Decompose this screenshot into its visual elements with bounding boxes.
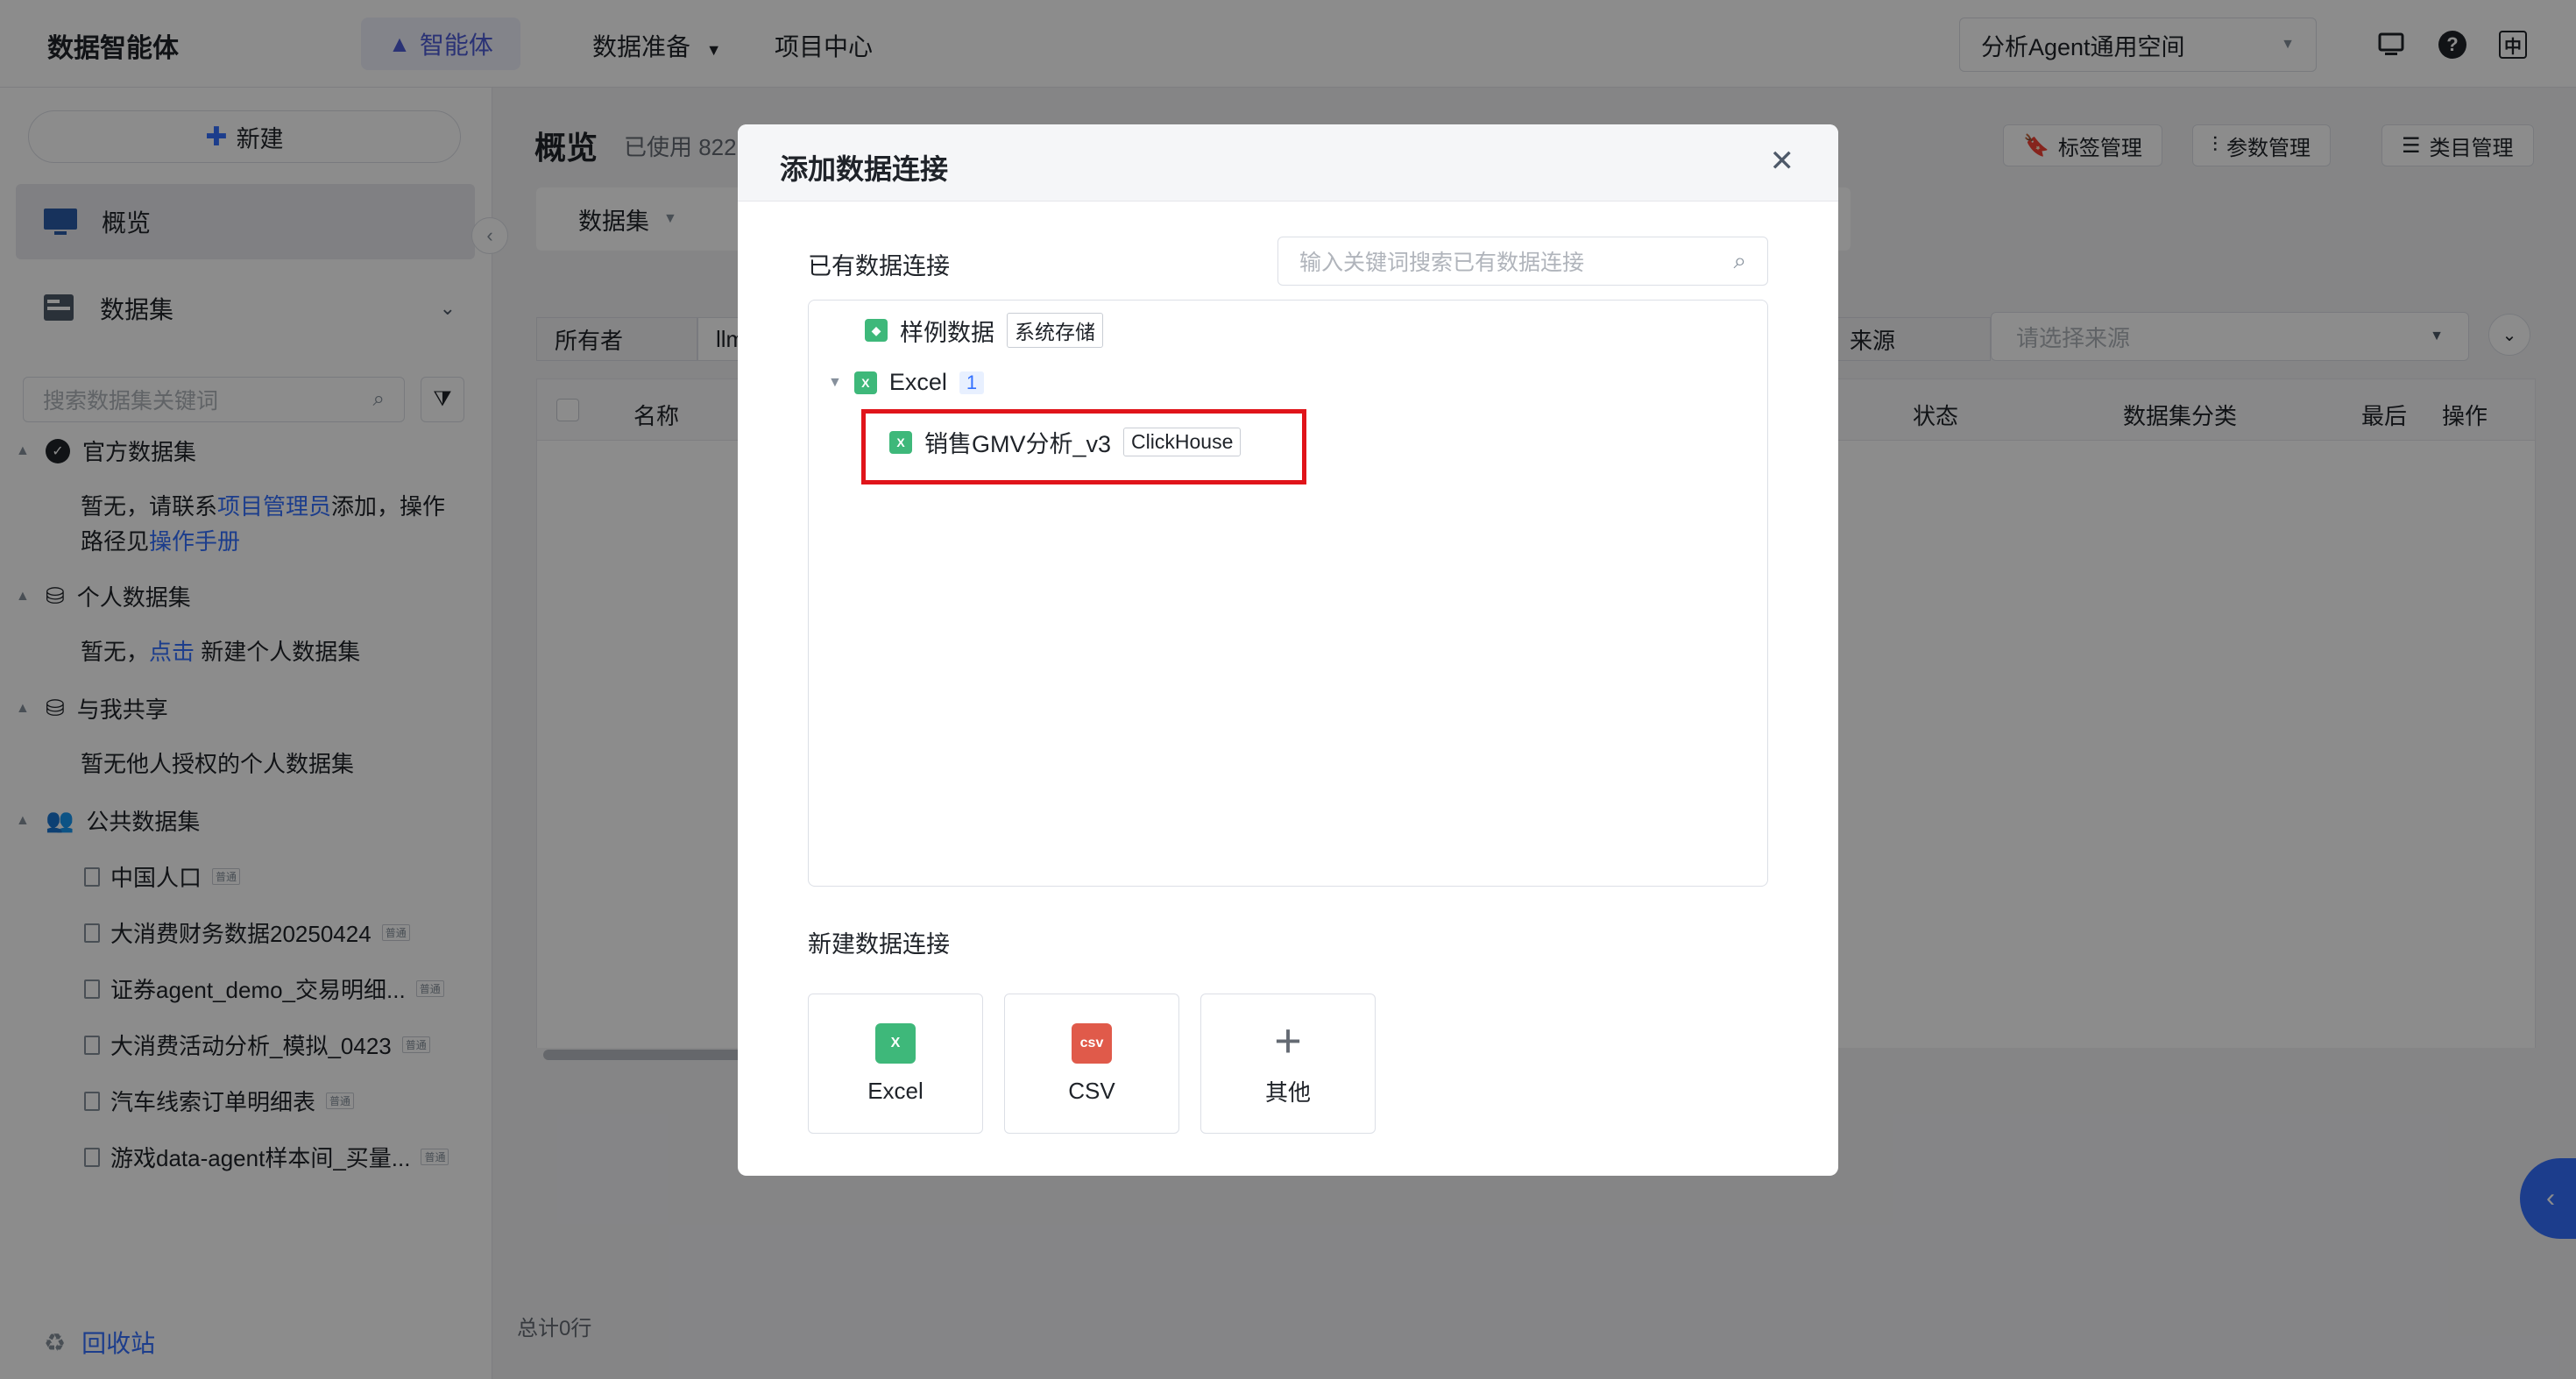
tree-item-sample[interactable]: ◆ 样例数据 系统存储 [865, 313, 1103, 348]
connection-search-placeholder: 输入关键词搜索已有数据连接 [1299, 251, 1585, 275]
excel-icon: X [853, 371, 877, 394]
connection-search-input[interactable]: 输入关键词搜索已有数据连接 ⌕ [1277, 237, 1768, 286]
new-other-label: 其他 [1264, 1078, 1311, 1106]
tree-item-excel[interactable]: ▼ X Excel 1 [828, 369, 985, 396]
plus-icon: + [1274, 1014, 1302, 1067]
existing-connections-label: 已有数据连接 [808, 253, 950, 279]
new-excel-label: Excel [867, 1077, 924, 1104]
new-csv-label: CSV [1068, 1077, 1115, 1104]
close-icon[interactable]: ✕ [1770, 145, 1795, 177]
search-icon: ⌕ [1733, 247, 1746, 273]
new-csv-button[interactable]: csv CSV [1004, 994, 1179, 1134]
modal-title: 添加数据连接 [780, 153, 949, 185]
csv-icon: csv [1072, 1022, 1112, 1064]
excel-icon: X [875, 1022, 916, 1064]
add-connection-modal: 添加数据连接 ✕ 已有数据连接 输入关键词搜索已有数据连接 ⌕ ◆ 样例数据 系… [738, 124, 1838, 1176]
sample-data-icon: ◆ [865, 319, 888, 342]
tree-item-sample-label: 样例数据 [900, 319, 994, 346]
system-storage-tag: 系统存储 [1007, 313, 1103, 348]
new-connection-label: 新建数据连接 [808, 931, 950, 958]
connection-tree: ◆ 样例数据 系统存储 ▼ X Excel 1 X 销售GMV分析_v3 Cli… [808, 300, 1768, 887]
tree-item-excel-label: Excel [888, 369, 947, 395]
caret-down-icon: ▼ [828, 374, 842, 390]
new-excel-button[interactable]: X Excel [808, 994, 983, 1134]
excel-count-badge: 1 [959, 371, 985, 394]
highlight-box [861, 409, 1306, 484]
new-other-button[interactable]: + 其他 [1200, 994, 1376, 1134]
modal-header: 添加数据连接 ✕ [738, 124, 1838, 202]
